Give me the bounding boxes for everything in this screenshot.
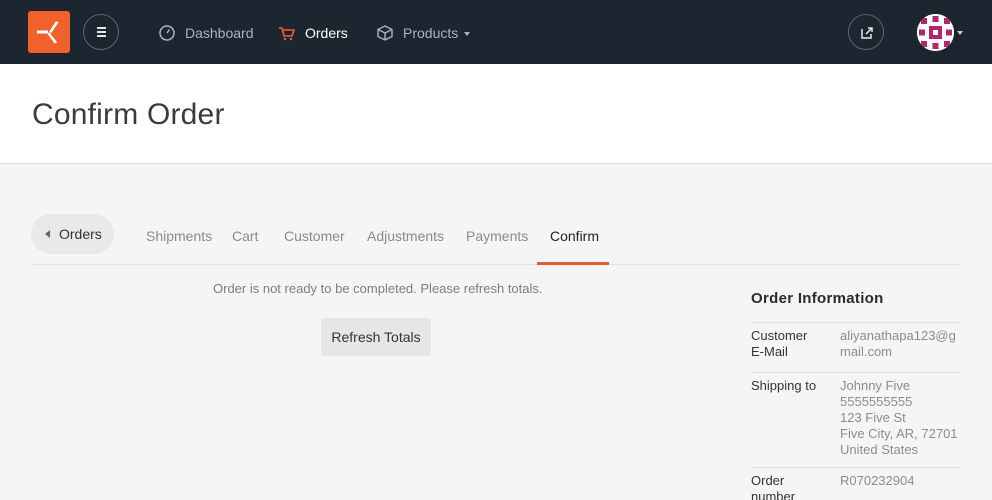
shipping-address: Johnny Five 5555555555 123 Five St Five … [840, 378, 962, 458]
info-divider [751, 322, 961, 323]
customer-email-label: Customer E-Mail [751, 328, 836, 360]
page-header: Confirm Order [0, 64, 992, 164]
tab-payments[interactable]: Payments [466, 228, 528, 244]
customer-email-label-line2: E-Mail [751, 344, 788, 359]
dashboard-icon [158, 24, 176, 42]
shipping-to-label: Shipping to [751, 378, 817, 393]
tab-customer[interactable]: Customer [284, 228, 345, 244]
order-number-value: R070232904 [840, 473, 915, 488]
order-information-title: Order Information [751, 290, 884, 307]
cart-icon [278, 24, 296, 42]
shipping-country: United States [840, 442, 919, 457]
page-title: Confirm Order [32, 98, 225, 131]
customer-email-value-line1: aliyanathapa123@g [840, 328, 956, 343]
nav-products[interactable]: Products [376, 22, 471, 44]
back-to-orders-label: Orders [59, 226, 102, 242]
chevron-left-icon [45, 230, 50, 238]
customer-email-label-line1: Customer [751, 328, 808, 343]
refresh-totals-button[interactable]: Refresh Totals [321, 318, 431, 356]
nav-orders[interactable]: Orders [278, 22, 348, 44]
top-navbar: Dashboard Orders Products [0, 0, 992, 64]
open-storefront-button[interactable] [848, 14, 884, 50]
nav-orders-label: Orders [305, 25, 348, 41]
order-not-ready-notice: Order is not ready to be completed. Plea… [213, 281, 543, 296]
order-number-label-line1: Order [751, 473, 785, 488]
external-link-icon [861, 27, 873, 39]
nav-products-label: Products [403, 25, 459, 41]
tabs-divider [31, 264, 961, 265]
info-divider [751, 467, 961, 468]
nav-dashboard[interactable]: Dashboard [158, 22, 254, 44]
tab-confirm[interactable]: Confirm [550, 228, 599, 244]
hamburger-menu-button[interactable] [83, 14, 119, 50]
info-divider [751, 372, 961, 373]
tab-shipments[interactable]: Shipments [146, 228, 212, 244]
brand-logo[interactable] [28, 11, 70, 53]
order-number-label-line2: number [751, 489, 796, 500]
shipping-phone: 5555555555 [840, 394, 913, 409]
shipping-street: 123 Five St [840, 410, 906, 425]
back-to-orders-button[interactable]: Orders [31, 214, 114, 254]
tab-adjustments[interactable]: Adjustments [367, 228, 444, 244]
pinwheel-logo-icon [37, 21, 59, 44]
active-tab-indicator [537, 262, 609, 265]
shipping-city: Five City, AR, 72701 [840, 426, 958, 441]
order-number-label: Order number [751, 473, 836, 500]
avatar-pattern-icon [917, 14, 954, 51]
shipping-name: Johnny Five [840, 378, 911, 393]
customer-email-value: aliyanathapa123@g mail.com [840, 328, 962, 360]
customer-email-value-line2: mail.com [840, 344, 893, 359]
tab-cart[interactable]: Cart [232, 228, 258, 244]
avatar-chevron-down-icon[interactable] [957, 31, 963, 35]
user-avatar[interactable] [917, 14, 954, 51]
chevron-down-icon [464, 32, 471, 36]
box-icon [376, 24, 394, 42]
nav-dashboard-label: Dashboard [185, 25, 254, 41]
